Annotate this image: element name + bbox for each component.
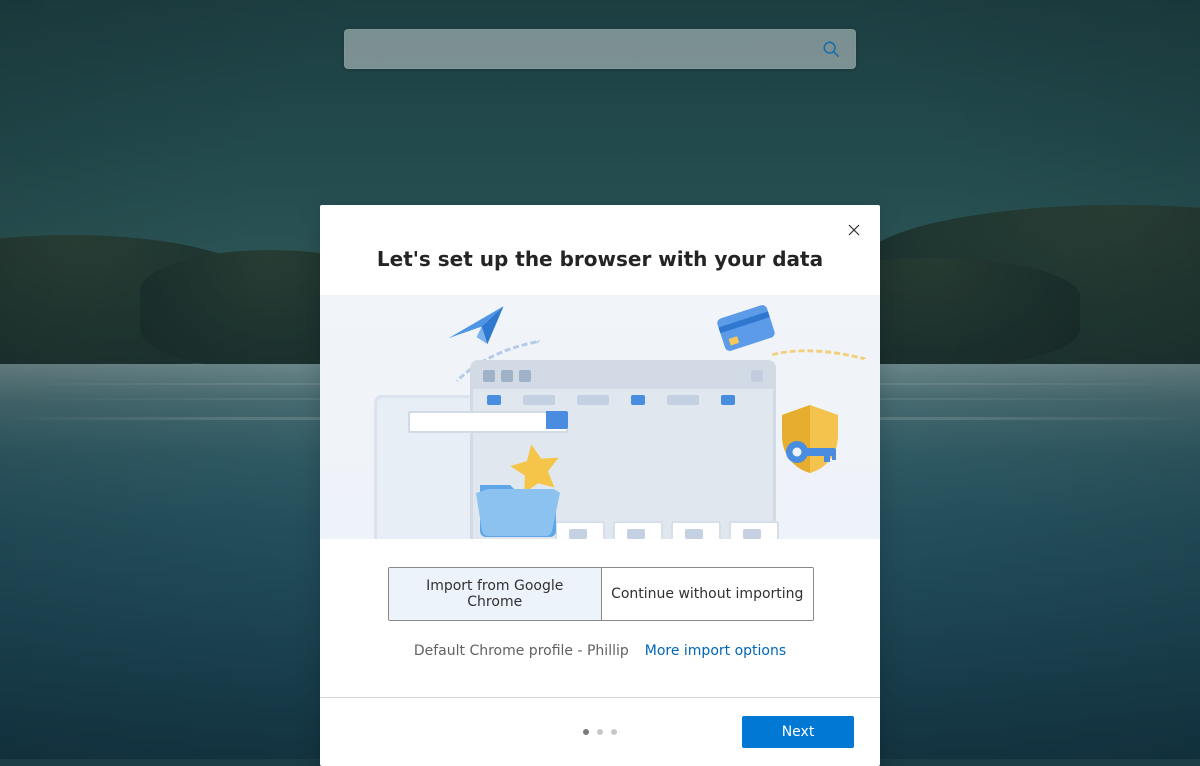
step-indicator [583,729,617,735]
step-dot [597,729,603,735]
dialog-illustration [320,295,880,539]
key-icon [784,437,840,471]
search-bar[interactable] [344,29,856,69]
import-from-chrome-button[interactable]: Import from Google Chrome [389,568,601,620]
search-input[interactable] [358,40,822,58]
more-import-options-link[interactable]: More import options [645,643,786,659]
folder-icon [476,471,560,539]
paper-plane-icon [443,302,512,360]
dialog-header: Let's set up the browser with your data [320,205,880,295]
step-dot [583,729,589,735]
next-button[interactable]: Next [742,716,854,748]
step-dot [611,729,617,735]
dialog-footer: Next [320,697,880,766]
setup-dialog: Let's set up the browser with your data [320,205,880,766]
default-profile-label: Default Chrome profile - Phillip [414,643,629,659]
dialog-title: Let's set up the browser with your data [340,247,860,271]
dialog-body: Import from Google Chrome Continue witho… [320,539,880,669]
close-icon [848,224,860,239]
continue-without-importing-button[interactable]: Continue without importing [601,568,814,620]
import-option-group: Import from Google Chrome Continue witho… [388,567,814,621]
search-icon[interactable] [822,40,840,58]
close-button[interactable] [842,219,866,243]
searchbar-illustration-icon [408,411,568,433]
credit-card-icon [716,304,776,352]
